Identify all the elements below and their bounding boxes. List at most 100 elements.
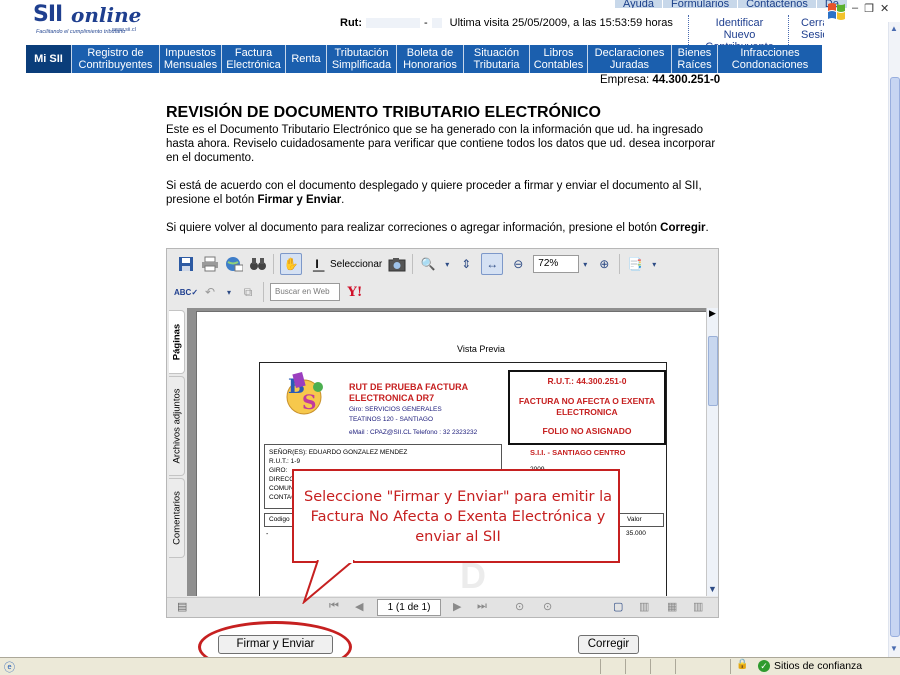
instruction-correct-paragraph: Si quiere volver al documento para reali… xyxy=(166,221,726,235)
close-icon[interactable]: ✕ xyxy=(880,2,889,15)
print-icon[interactable] xyxy=(201,255,219,273)
chevron-down-icon[interactable]: ▾ xyxy=(650,255,658,273)
logo-url: www.sii.cl xyxy=(112,27,136,33)
sii-office: S.I.I. - SANTIAGO CENTRO xyxy=(530,448,626,457)
zoom-out-icon[interactable]: ⊖ xyxy=(509,255,527,273)
preview-title: Vista Previa xyxy=(457,344,505,354)
instruction-text: Si está de acuerdo con el documento desp… xyxy=(166,180,702,206)
menu-boleta-honorarios[interactable]: Boleta de Honorarios xyxy=(397,45,464,73)
lock-icon: 🔒 xyxy=(736,659,749,670)
status-divider xyxy=(730,659,731,674)
top-link-contactenos[interactable]: Contáctenos xyxy=(738,0,817,8)
chevron-down-icon[interactable]: ▾ xyxy=(443,255,451,273)
scroll-right-arrow-icon[interactable]: ▶ xyxy=(709,308,716,319)
menu-label: Declaraciones Juradas xyxy=(594,47,665,71)
chevron-down-icon[interactable]: ▾ xyxy=(225,283,233,301)
select-text-icon[interactable]: I͟ xyxy=(308,255,326,273)
select-tool-label[interactable]: Seleccionar xyxy=(330,259,382,270)
spellcheck-icon[interactable]: ABC✓ xyxy=(174,283,198,301)
trusted-sites-text: Sitios de confianza xyxy=(774,660,863,672)
close-session-label: Cerrar Sesión xyxy=(801,17,824,41)
zoom-level-field[interactable]: 72% xyxy=(533,255,580,273)
menu-mi-sii[interactable]: Mi SII xyxy=(26,45,72,73)
page-options-icon[interactable]: 📑 xyxy=(626,255,644,273)
document-scroll-thumb[interactable] xyxy=(708,336,718,406)
menu-label: Factura Electrónica xyxy=(226,47,281,71)
scroll-down-arrow-icon[interactable]: ▼ xyxy=(890,644,898,653)
top-link-ayuda[interactable]: Ayuda xyxy=(615,0,663,8)
document-scrollbar[interactable]: ▶ ▼ xyxy=(706,308,718,596)
menu-registro-contribuyentes[interactable]: Registro de Contribuyentes xyxy=(72,45,160,73)
continuous-view-icon[interactable]: ▥ xyxy=(639,600,649,613)
menu-label: Mi SII xyxy=(34,53,63,65)
ie-page-icon: ⓔ xyxy=(4,662,15,674)
snapshot-camera-icon[interactable] xyxy=(388,255,406,273)
rut-label: Rut: xyxy=(340,17,362,29)
menu-libros-contables[interactable]: Libros Contables xyxy=(530,45,588,73)
menu-label: Bienes Raíces xyxy=(677,47,712,71)
menu-tributacion-simplificada[interactable]: Tributación Simplificada xyxy=(327,45,397,73)
facing-view-icon[interactable]: ▦ xyxy=(667,600,677,613)
menu-renta[interactable]: Renta xyxy=(286,45,327,73)
page-number-field[interactable]: 1 (1 de 1) xyxy=(377,599,441,616)
top-link-formularios[interactable]: Formularios xyxy=(663,0,739,8)
intro-paragraph: Este es el Documento Tributario Electrón… xyxy=(166,124,716,164)
menu-impuestos-mensuales[interactable]: Impuestos Mensuales xyxy=(160,45,222,73)
scroll-down-arrow-icon[interactable]: ▼ xyxy=(708,584,717,594)
save-icon[interactable] xyxy=(177,255,195,273)
toolbar-separator xyxy=(619,254,621,274)
next-page-icon[interactable]: ▶ xyxy=(453,600,461,613)
issuer-name: RUT DE PRUEBA FACTURA ELECTRONICA DR7 xyxy=(349,382,468,403)
rut-masked-value xyxy=(366,18,420,28)
zoom-in-tool-icon[interactable]: 🔍 xyxy=(419,255,437,273)
rut-check-digit-masked xyxy=(431,18,442,28)
status-divider xyxy=(650,659,651,674)
page-scroll-thumb[interactable] xyxy=(890,77,900,637)
menu-infracciones-condonaciones[interactable]: Infracciones Condonaciones xyxy=(718,45,822,73)
restore-icon[interactable]: ❐ xyxy=(864,2,874,15)
viewer-toolbar-main: ✋ I͟ Seleccionar 🔍 ▾ ⇕ ↔ ⊖ 72% ▾ ⊕ 📑 ▾ xyxy=(167,251,718,277)
menu-label: Tributación Simplificada xyxy=(331,47,392,71)
find-binoculars-icon[interactable] xyxy=(249,255,267,273)
copy-icon[interactable]: ⧉ xyxy=(239,283,257,301)
tab-pages[interactable]: Páginas xyxy=(169,310,185,374)
minimize-icon[interactable]: – xyxy=(852,2,858,15)
menu-declaraciones-juradas[interactable]: Declaraciones Juradas xyxy=(588,45,672,73)
rut-separator: - xyxy=(424,17,428,29)
yahoo-icon[interactable]: Y! xyxy=(346,283,364,301)
continuous-facing-view-icon[interactable]: ▥ xyxy=(693,600,703,613)
scroll-up-arrow-icon[interactable]: ▲ xyxy=(890,24,898,33)
zoom-plus-icon[interactable]: ⊕ xyxy=(595,255,613,273)
page-scrollbar[interactable]: ▲ ▼ xyxy=(888,22,900,657)
menu-factura-electronica[interactable]: Factura Electrónica xyxy=(222,45,286,73)
issuer-contact: eMail : CPAZ@SII.CL Telefono : 32 232323… xyxy=(349,429,478,436)
menu-situacion-tributaria[interactable]: Situación Tributaria xyxy=(464,45,530,73)
tab-comments[interactable]: Comentarios xyxy=(169,478,185,558)
svg-text:S: S xyxy=(302,390,316,414)
tab-attachments[interactable]: Archivos adjuntos xyxy=(169,376,185,476)
top-links: Ayuda Formularios Contáctenos De xyxy=(615,0,848,8)
single-page-view-icon[interactable]: ▢ xyxy=(613,600,623,613)
last-page-icon[interactable]: ⏭ xyxy=(477,600,487,613)
instruction-callout: Seleccione "Firmar y Enviar" para emitir… xyxy=(292,469,620,563)
menu-bienes-raices[interactable]: Bienes Raíces xyxy=(672,45,718,73)
email-globe-icon[interactable] xyxy=(225,255,243,273)
hand-tool-icon[interactable]: ✋ xyxy=(280,253,302,275)
col-codigo: Codigo xyxy=(269,516,290,523)
forward-view-icon[interactable]: ⊙ xyxy=(543,600,552,613)
callout-pointer xyxy=(302,560,355,604)
fit-width-icon[interactable]: ↔ xyxy=(481,253,504,275)
sii-logo[interactable]: SII online Facilitando el cumplimiento t… xyxy=(33,2,141,42)
undo-icon[interactable]: ↶ xyxy=(201,283,219,301)
rut-box: R.U.T.: 44.300.251-0 FACTURA NO AFECTA O… xyxy=(508,370,666,445)
back-view-icon[interactable]: ⊙ xyxy=(515,600,524,613)
web-search-field[interactable]: Buscar en Web xyxy=(270,283,340,301)
menu-label: Infracciones Condonaciones xyxy=(731,47,809,71)
fit-page-icon[interactable]: ⇕ xyxy=(457,255,475,273)
instruction-sign-paragraph: Si está de acuerdo con el documento desp… xyxy=(166,179,726,207)
correct-button[interactable]: Corregir xyxy=(578,635,639,654)
options-icon[interactable]: ▤ xyxy=(177,600,187,613)
logo-brand-sii: SII xyxy=(33,2,63,27)
sign-and-send-button[interactable]: Firmar y Enviar xyxy=(218,635,333,654)
chevron-down-icon[interactable]: ▾ xyxy=(581,255,589,273)
